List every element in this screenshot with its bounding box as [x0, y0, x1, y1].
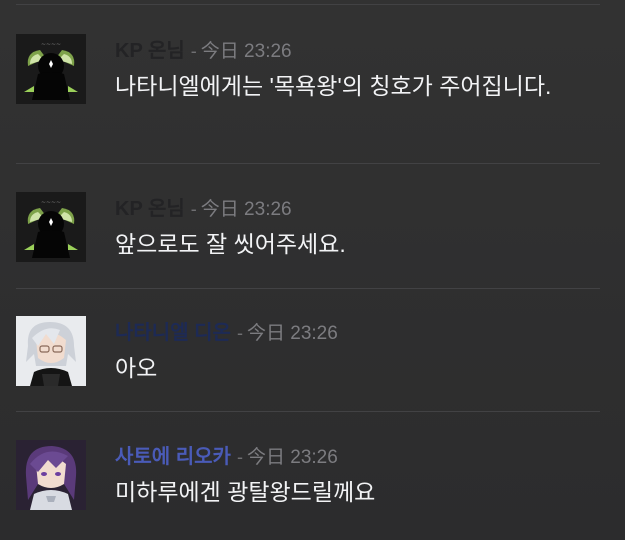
divider — [16, 4, 600, 5]
separator: - — [190, 199, 197, 219]
message-header: KP 온님 - 今日 23:26 — [115, 38, 292, 64]
message-text: 나타니엘에게는 '목욕왕'의 칭호가 주어집니다. — [115, 73, 552, 99]
author-name[interactable]: 사토에 리오카 — [115, 446, 231, 468]
svg-text:~~~~: ~~~~ — [41, 41, 61, 48]
separator: - — [236, 447, 243, 467]
timestamp: 今日 23:26 — [246, 323, 338, 344]
message-text: 앞으로도 잘 씻어주세요. — [115, 231, 346, 257]
timestamp: 今日 23:26 — [200, 199, 292, 220]
avatar[interactable]: ~~~~ — [16, 192, 86, 262]
chat-message[interactable]: 사토에 리오카 - 今日 23:26 미하루에겐 광탈왕드릴께요 — [0, 428, 625, 538]
chat-message[interactable]: ~~~~ KP 온님 - 今日 23:26 나타니엘에게는 '목욕왕'의 칭호가 주… — [0, 22, 625, 162]
chat-message[interactable]: ~~~~ KP 온님 - 今日 23:26 앞으로도 잘 씻어주세요. — [0, 180, 625, 285]
message-header: 나타니엘 디온 - 今日 23:26 — [115, 320, 338, 346]
divider — [16, 411, 600, 412]
chat-message[interactable]: 나타니엘 디온 - 今日 23:26 아오 — [0, 304, 625, 409]
white-haired-character-icon — [16, 316, 86, 386]
message-text: 아오 — [115, 355, 158, 381]
purple-haired-character-icon — [16, 440, 86, 510]
divider — [16, 288, 600, 289]
author-name[interactable]: KP 온님 — [115, 198, 185, 220]
message-header: KP 온님 - 今日 23:26 — [115, 196, 292, 222]
author-name[interactable]: KP 온님 — [115, 40, 185, 62]
author-name[interactable]: 나타니엘 디온 — [115, 322, 231, 344]
avatar[interactable] — [16, 316, 86, 386]
avatar[interactable]: ~~~~ — [16, 34, 86, 104]
separator: - — [236, 323, 243, 343]
separator: - — [190, 41, 197, 61]
ghost-avatar-icon: ~~~~ — [16, 192, 86, 262]
message-header: 사토에 리오카 - 今日 23:26 — [115, 444, 338, 470]
divider — [16, 163, 600, 164]
timestamp: 今日 23:26 — [200, 41, 292, 62]
avatar[interactable] — [16, 440, 86, 510]
ghost-avatar-icon: ~~~~ — [16, 34, 86, 104]
timestamp: 今日 23:26 — [246, 447, 338, 468]
chat-log: ~~~~ KP 온님 - 今日 23:26 나타니엘에게는 '목욕왕'의 칭호가 주… — [0, 0, 625, 540]
message-text: 미하루에겐 광탈왕드릴께요 — [115, 479, 376, 505]
svg-text:~~~~: ~~~~ — [41, 199, 61, 206]
